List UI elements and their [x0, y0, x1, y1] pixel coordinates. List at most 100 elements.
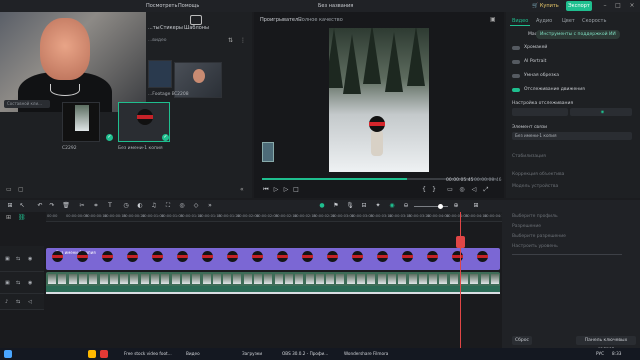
snap-icon[interactable]: ⊟	[360, 202, 368, 210]
cut-icon[interactable]: ✂	[78, 202, 86, 210]
track-lock-icon[interactable]: ▣	[5, 256, 10, 262]
smart-crop-toggle[interactable]	[512, 74, 520, 78]
snapshot-icon[interactable]: ▣	[490, 16, 496, 23]
close-icon[interactable]: ×	[627, 2, 637, 10]
pointer-icon[interactable]: ↖	[18, 202, 26, 210]
snow-frame-thumbnail	[68, 274, 77, 284]
start-icon[interactable]	[4, 350, 12, 358]
track-link-icon[interactable]: ⇆	[16, 299, 20, 305]
tab-effects[interactable]: ...ты	[148, 25, 160, 31]
tree	[329, 28, 343, 88]
menu-help[interactable]: Помощь	[178, 3, 199, 9]
mask-sticker-clip[interactable]: Без имени-1 копия	[46, 248, 500, 270]
redo-icon[interactable]: ↷	[48, 202, 56, 210]
more-icon[interactable]: ⋮	[240, 37, 246, 44]
folder-item[interactable]: Составной кли...	[4, 100, 50, 108]
text-icon[interactable]: T	[106, 202, 114, 210]
audio-track-icon[interactable]: ♪	[5, 299, 8, 305]
track-eye-icon[interactable]: ◉	[28, 256, 32, 262]
markin-icon[interactable]: {	[420, 186, 428, 194]
render-icon[interactable]: ●	[318, 202, 326, 210]
snow-frame-thumbnail	[99, 274, 108, 284]
taskbar-item-videos[interactable]: Видео	[186, 350, 200, 358]
minimize-icon[interactable]: –	[600, 2, 610, 10]
camera-icon[interactable]: ◎	[458, 186, 466, 194]
mini-thumbnail[interactable]	[262, 142, 274, 162]
display-icon[interactable]: ▭	[446, 186, 454, 194]
maximize-icon[interactable]: □	[613, 2, 623, 10]
link-icon[interactable]: ⛓	[18, 214, 26, 221]
subtab-ai-tools[interactable]: Инструменты с поддержкой ИИ	[536, 30, 620, 39]
track-lock-icon[interactable]: ▣	[5, 280, 10, 286]
time-ruler[interactable]: 00:00 00:00:00:05 00:00:00:10 00:00:00:15 00…	[46, 212, 506, 222]
taskbar-item-filmora[interactable]: Wondershare Filmora	[344, 350, 388, 358]
color-icon[interactable]: ◐	[136, 202, 144, 210]
buy-button[interactable]: 🛒 Купить	[532, 1, 562, 11]
next-frame-icon[interactable]: ▷	[282, 186, 290, 194]
export-button[interactable]: Экспорт	[566, 1, 592, 11]
transform-icon[interactable]: ⛶	[164, 202, 172, 210]
track-eye-icon[interactable]: ◉	[28, 280, 32, 286]
tracking-start-button[interactable]	[512, 108, 568, 116]
grid-icon[interactable]: ⊞	[472, 202, 480, 210]
mask-thumbnail-icon	[352, 251, 363, 262]
media-thumb-footage[interactable]	[148, 60, 172, 88]
stop-icon[interactable]: □	[292, 186, 300, 194]
keyboard-language[interactable]: РУС	[596, 350, 604, 358]
media-thumb-c2292[interactable]	[62, 102, 100, 142]
tab-color[interactable]: Цвет	[562, 18, 575, 24]
speed-icon[interactable]: ◷	[122, 202, 130, 210]
markout-icon[interactable]: }	[430, 186, 438, 194]
playhead[interactable]	[460, 212, 461, 348]
undo-icon[interactable]: ↶	[36, 202, 44, 210]
zoom-in-icon[interactable]: ⊕	[452, 202, 460, 210]
crop-icon[interactable]: ⌗	[92, 202, 100, 210]
track-link-icon[interactable]: ⇆	[16, 280, 20, 286]
ai-portrait-toggle[interactable]	[512, 60, 520, 64]
folder-icon[interactable]: ▢	[18, 186, 24, 193]
playhead-handle[interactable]	[456, 236, 465, 248]
tab-video[interactable]: Видео	[512, 18, 528, 24]
zoom-out-icon[interactable]: ⊖	[402, 202, 410, 210]
tab-speed[interactable]: Скорость	[582, 18, 606, 24]
motion-tracking-toggle[interactable]	[512, 88, 520, 92]
keyframe-icon[interactable]: ◇	[192, 202, 200, 210]
zoom-slider-thumb[interactable]	[438, 204, 443, 209]
taskbar-item-downloads[interactable]: Загрузки	[242, 350, 262, 358]
volume-icon[interactable]: ◁	[470, 186, 478, 194]
collapse-icon[interactable]: «	[240, 186, 244, 193]
tracking-preview-button[interactable]: ◉	[570, 108, 632, 116]
marker-icon[interactable]: ⚑	[332, 202, 340, 210]
add-track-icon[interactable]: ⊞	[6, 214, 11, 221]
clip-separator	[46, 292, 500, 294]
explorer-icon[interactable]	[88, 350, 96, 358]
voiceover-icon[interactable]: 🎙	[346, 202, 354, 210]
keyframe-panel-button[interactable]: Панель ключевых кадров	[576, 336, 636, 352]
speaker-icon[interactable]: ◁	[28, 299, 32, 305]
tab-templates[interactable]: Шаблоны	[184, 12, 209, 34]
magnet-icon[interactable]: ◉	[388, 202, 396, 210]
taskbar-item-browser[interactable]: Free stock video foot...	[124, 350, 172, 358]
quality-select[interactable]: Полное качество	[298, 17, 343, 23]
mask-tool-icon[interactable]: ◎	[178, 202, 186, 210]
browser-icon[interactable]	[100, 350, 108, 358]
taskbar-item-obs[interactable]: OBS 30.0.2 - Профи...	[282, 350, 328, 358]
new-folder-icon[interactable]: ▭	[6, 186, 12, 193]
level-slider[interactable]	[512, 254, 622, 255]
play-icon[interactable]: ▷	[272, 186, 280, 194]
track-link-icon[interactable]: ⇆	[16, 256, 20, 262]
delete-icon[interactable]: 🗑	[62, 202, 70, 210]
ai-icon[interactable]: ✦	[374, 202, 382, 210]
more-tools-icon[interactable]: »	[206, 202, 214, 210]
filter-icon[interactable]: ⇅	[228, 37, 233, 44]
menu-view[interactable]: Посмотреть	[146, 3, 177, 9]
fullscreen-icon[interactable]: ⤢	[482, 186, 490, 194]
link-element-select[interactable]: Без имени-1 копия	[512, 132, 632, 140]
audio-icon[interactable]: ♫	[150, 202, 158, 210]
layout-icon[interactable]: ⊞	[6, 202, 14, 210]
previous-frame-icon[interactable]: ⏮	[262, 186, 270, 194]
tab-audio[interactable]: Аудио	[536, 18, 552, 24]
tab-stickers[interactable]: Стикеры	[160, 25, 183, 31]
reset-button[interactable]: Сброс	[512, 336, 532, 345]
chromakey-toggle[interactable]	[512, 46, 520, 50]
